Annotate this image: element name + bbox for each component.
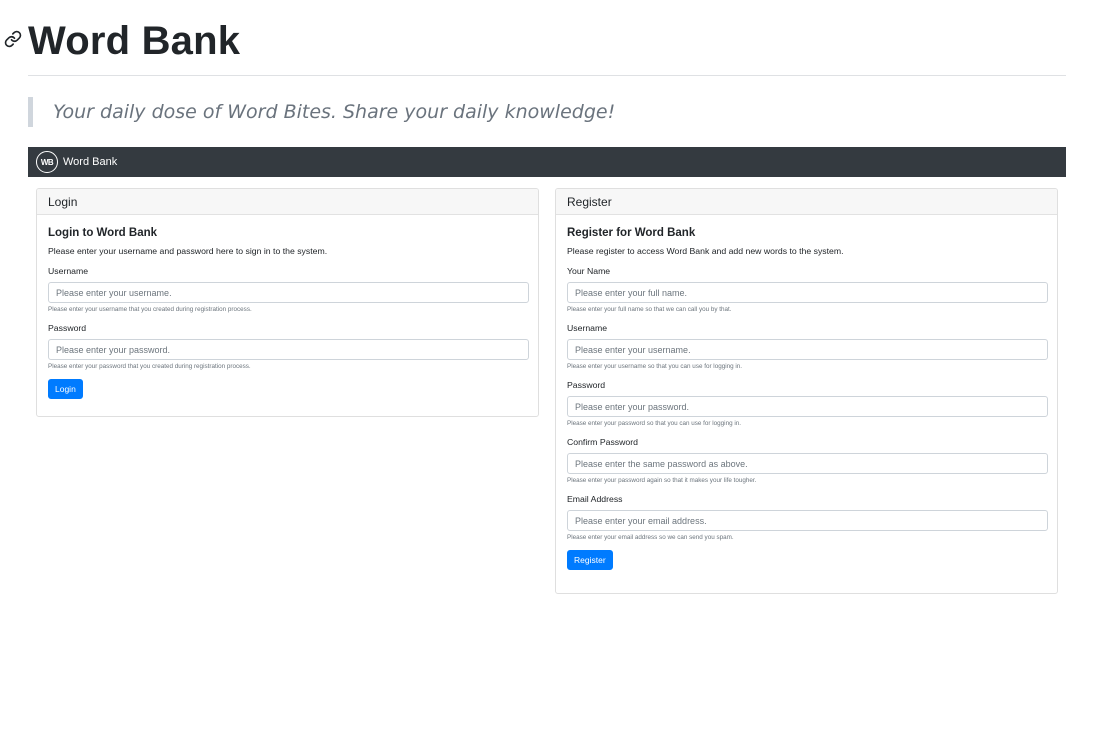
navbar: WB Word Bank — [28, 147, 1066, 177]
login-username-label: Username — [48, 266, 89, 276]
login-password-label: Password — [48, 323, 87, 333]
register-password-help: Please enter your password so that you c… — [567, 420, 741, 427]
login-card-body: Login to Word Bank Please enter your use… — [37, 215, 538, 399]
link-icon[interactable] — [4, 30, 22, 48]
register-name-help: Please enter your full name so that we c… — [567, 306, 732, 313]
brand-logo-icon[interactable]: WB — [36, 151, 58, 173]
register-password-group: Password Please enter your password so t… — [567, 379, 1048, 428]
title-divider — [28, 75, 1066, 76]
register-confirm-group: Confirm Password Please enter your passw… — [567, 436, 1048, 485]
login-password-input[interactable] — [48, 339, 529, 360]
tagline-text: Your daily dose of Word Bites. Share you… — [53, 101, 616, 123]
register-card-header: Register — [556, 189, 1057, 215]
register-name-label: Your Name — [567, 266, 611, 276]
register-confirm-input[interactable] — [567, 453, 1048, 474]
register-username-label: Username — [567, 323, 608, 333]
register-card: Register Register for Word Bank Please r… — [555, 188, 1058, 594]
register-card-text: Please register to access Word Bank and … — [567, 246, 844, 256]
register-username-input[interactable] — [567, 339, 1048, 360]
login-password-group: Password Please enter your password that… — [48, 322, 529, 371]
tagline-blockquote: Your daily dose of Word Bites. Share you… — [28, 97, 828, 127]
login-username-help: Please enter your username that you crea… — [48, 306, 252, 313]
register-username-help: Please enter your username so that you c… — [567, 363, 743, 370]
login-button[interactable]: Login — [48, 379, 83, 399]
login-card: Login Login to Word Bank Please enter yo… — [36, 188, 539, 417]
login-username-input[interactable] — [48, 282, 529, 303]
navbar-brand[interactable]: Word Bank — [63, 156, 117, 168]
register-email-label: Email Address — [567, 494, 623, 504]
register-name-group: Your Name Please enter your full name so… — [567, 265, 1048, 314]
login-card-header: Login — [37, 189, 538, 215]
register-email-group: Email Address Please enter your email ad… — [567, 493, 1048, 542]
register-button[interactable]: Register — [567, 550, 613, 570]
register-password-input[interactable] — [567, 396, 1048, 417]
register-username-group: Username Please enter your username so t… — [567, 322, 1048, 371]
register-email-help: Please enter your email address so we ca… — [567, 534, 734, 541]
login-password-help: Please enter your password that you crea… — [48, 363, 251, 370]
register-name-input[interactable] — [567, 282, 1048, 303]
register-confirm-help: Please enter your password again so that… — [567, 477, 757, 484]
login-card-title: Login to Word Bank — [48, 227, 158, 239]
login-card-text: Please enter your username and password … — [48, 246, 328, 256]
register-card-body: Register for Word Bank Please register t… — [556, 215, 1057, 570]
register-confirm-label: Confirm Password — [567, 437, 638, 447]
register-email-input[interactable] — [567, 510, 1048, 531]
register-password-label: Password — [567, 380, 606, 390]
register-card-title: Register for Word Bank — [567, 227, 696, 239]
login-username-group: Username Please enter your username that… — [48, 265, 529, 314]
page-title: Word Bank — [28, 19, 241, 63]
